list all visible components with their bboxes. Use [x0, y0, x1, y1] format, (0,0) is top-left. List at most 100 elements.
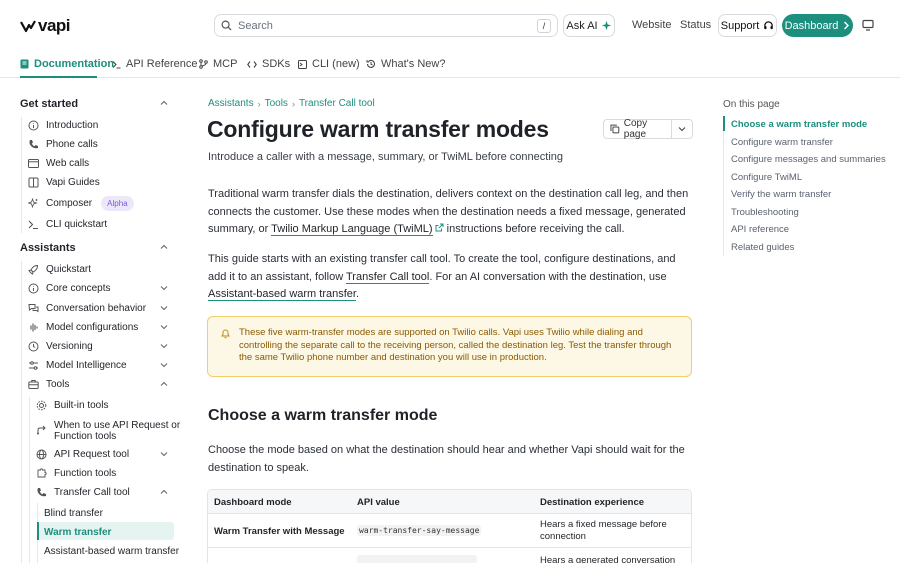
top-bar: vapi Search / Ask AI Website Status Supp…: [0, 0, 900, 50]
sidebar-item-model-intelligence[interactable]: Model Intelligence: [28, 360, 127, 371]
sidebar-item-label: Tools: [46, 379, 70, 390]
support-label: Support: [720, 19, 760, 32]
tab-mcp[interactable]: MCP: [199, 58, 237, 70]
sidebar-item-vapi-guides[interactable]: Vapi Guides: [28, 177, 100, 188]
sidebar-item-conversation-behavior[interactable]: Conversation behavior: [28, 303, 146, 314]
sidebar-item-tools[interactable]: Tools: [28, 379, 69, 390]
chevron-down-icon[interactable]: [160, 361, 168, 369]
toc-item-configure-messages[interactable]: Configure messages and summaries: [731, 154, 886, 165]
chevron-down-icon[interactable]: [160, 323, 168, 331]
table-cell: warm-transfer-say-message: [357, 525, 482, 537]
theme-toggle-icon[interactable]: [862, 19, 874, 31]
sidebar-item-label: Model configurations: [46, 322, 139, 333]
chevron-up-icon[interactable]: [160, 243, 168, 251]
sidebar: Get started Introduction Phone calls Web…: [0, 79, 190, 563]
sidebar-item-transfer-call-tool[interactable]: Transfer Call tool: [36, 487, 130, 498]
sidebar-guide-line: [21, 261, 22, 563]
setup-text-b: . For an AI conversation with the destin…: [429, 270, 667, 283]
api-value-code: [357, 555, 477, 563]
assistant-based-warm-transfer-link[interactable]: Assistant-based warm transfer: [208, 288, 356, 301]
sidebar-item-versioning[interactable]: Versioning: [28, 341, 93, 352]
chevron-down-icon[interactable]: [160, 284, 168, 292]
breadcrumb-transfer-call-tool[interactable]: Transfer Call tool: [299, 98, 375, 109]
breadcrumb-separator: ›: [257, 98, 261, 109]
tab-sdks-label: SDKs: [262, 58, 291, 70]
transfer-call-tool-link[interactable]: Transfer Call tool: [346, 270, 430, 284]
sidebar-group-assistants[interactable]: Assistants: [20, 242, 76, 254]
sidebar-item-assistant-based-warm-transfer[interactable]: Assistant-based warm transfer: [44, 546, 179, 557]
status-link[interactable]: Status: [680, 19, 711, 31]
info-icon: [28, 283, 39, 294]
external-link-icon: [435, 223, 444, 232]
column-header: Dashboard mode: [214, 497, 292, 508]
branch-icon: [199, 59, 208, 69]
sidebar-item-warm-transfer[interactable]: Warm transfer: [44, 527, 111, 538]
info-icon: [28, 120, 39, 131]
main-tabs: Documentation API Reference MCP SDKs CLI…: [0, 50, 900, 78]
rocket-icon: [28, 264, 39, 275]
sidebar-item-label: CLI quickstart: [46, 219, 108, 230]
chevron-down-icon: [678, 127, 686, 132]
breadcrumb-assistants[interactable]: Assistants: [208, 98, 254, 109]
column-header: API value: [357, 497, 400, 508]
copy-page-label: Copy page: [623, 118, 648, 140]
copy-options-dropdown[interactable]: [672, 120, 692, 138]
sidebar-item-label: Phone calls: [46, 139, 98, 150]
toc-item-api-reference[interactable]: API reference: [731, 224, 789, 235]
sidebar-item-api-request-tool[interactable]: API Request tool: [36, 449, 129, 460]
sidebar-item-built-in-tools[interactable]: Built-in tools: [36, 400, 108, 411]
column-header: Destination experience: [540, 497, 645, 508]
clock-icon: [28, 341, 39, 352]
sidebar-item-core-concepts[interactable]: Core concepts: [28, 283, 110, 294]
toc-title: On this page: [723, 99, 780, 110]
tab-documentation[interactable]: Documentation: [20, 58, 114, 70]
chevron-up-icon[interactable]: [160, 488, 168, 496]
sidebar-item-phone-calls[interactable]: Phone calls: [28, 139, 98, 150]
ask-ai-button[interactable]: Ask AI: [563, 14, 615, 37]
website-link[interactable]: Website: [632, 19, 672, 31]
chevron-up-icon[interactable]: [160, 99, 168, 107]
phone-icon: [29, 140, 38, 149]
terminal-icon: [112, 60, 121, 69]
search-icon: [221, 20, 232, 31]
sidebar-group-get-started[interactable]: Get started: [20, 98, 78, 110]
sidebar-item-label: Function tools: [54, 468, 117, 479]
chevron-down-icon[interactable]: [160, 304, 168, 312]
tab-sdks[interactable]: SDKs: [247, 58, 290, 70]
active-tab-indicator: [20, 76, 97, 78]
breadcrumb: Assistants › Tools › Transfer Call tool: [208, 98, 375, 109]
toc-item-configure-twiml[interactable]: Configure TwiML: [731, 172, 802, 183]
tab-cli[interactable]: CLI (new): [298, 58, 360, 70]
sidebar-item-quickstart[interactable]: Quickstart: [28, 264, 91, 275]
sidebar-item-cli-quickstart[interactable]: CLI quickstart: [28, 219, 107, 230]
dashboard-button[interactable]: Dashboard: [782, 14, 853, 37]
toc-item-related-guides[interactable]: Related guides: [731, 242, 794, 253]
twiml-link[interactable]: Twilio Markup Language (TwiML): [271, 223, 433, 236]
vapi-logo[interactable]: vapi: [20, 16, 71, 36]
toc-item-verify[interactable]: Verify the warm transfer: [731, 189, 831, 200]
search-input[interactable]: Search /: [214, 14, 558, 37]
support-button[interactable]: Support: [718, 14, 777, 37]
waveform-icon: [30, 323, 38, 332]
sidebar-item-label: Built-in tools: [54, 400, 109, 411]
sidebar-item-composer[interactable]: Composer Alpha: [28, 196, 134, 211]
copy-page-button[interactable]: Copy page: [604, 118, 672, 140]
sidebar-item-introduction[interactable]: Introduction: [28, 120, 98, 131]
toc-item-configure-warm-transfer[interactable]: Configure warm transfer: [731, 137, 833, 148]
sidebar-item-web-calls[interactable]: Web calls: [28, 158, 89, 169]
puzzle-icon: [37, 468, 47, 478]
tab-api-reference[interactable]: API Reference: [112, 58, 198, 70]
toc-item-troubleshooting[interactable]: Troubleshooting: [731, 207, 799, 218]
sidebar-item-when-to-use[interactable]: When to use API Request or Function tool…: [36, 420, 180, 442]
sidebar-item-model-configurations[interactable]: Model configurations: [28, 322, 138, 333]
tab-whats-new[interactable]: What's New?: [366, 58, 445, 70]
breadcrumb-tools[interactable]: Tools: [265, 98, 288, 109]
toc-item-choose-mode[interactable]: Choose a warm transfer mode: [731, 119, 867, 130]
chevron-down-icon[interactable]: [160, 342, 168, 350]
sidebar-item-blind-transfer[interactable]: Blind transfer: [44, 508, 103, 519]
sidebar-item-label: Quickstart: [46, 264, 92, 275]
chevron-down-icon[interactable]: [160, 450, 168, 458]
book-open-icon: [28, 177, 39, 188]
chevron-up-icon[interactable]: [160, 380, 168, 388]
sidebar-item-function-tools[interactable]: Function tools: [36, 468, 116, 479]
